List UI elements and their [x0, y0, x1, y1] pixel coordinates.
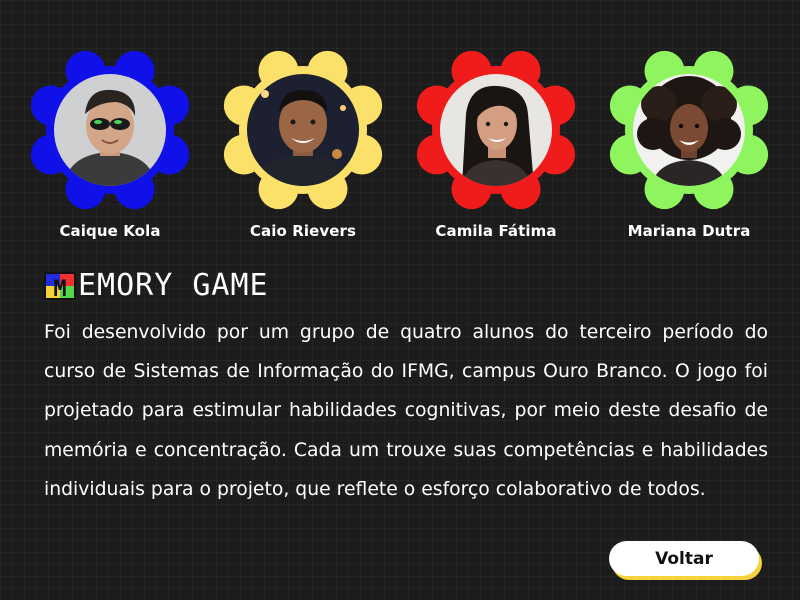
member-name: Caio Rievers: [249, 222, 357, 240]
team-members: Caique Kola Caio Rievers Camila Fátima M…: [0, 50, 800, 240]
back-button[interactable]: Voltar: [609, 541, 759, 576]
member-badge: [416, 50, 576, 210]
team-member-caique: Caique Kola: [25, 50, 195, 240]
team-member-mariana: Mariana Dutra: [604, 50, 774, 240]
member-name: Camila Fátima: [435, 222, 557, 240]
member-badge: [223, 50, 383, 210]
member-name: Caique Kola: [59, 222, 161, 240]
team-member-camila: Camila Fátima: [411, 50, 581, 240]
title-text: EMORY GAME: [78, 268, 269, 303]
avatar: [633, 74, 745, 186]
game-title: M EMORY GAME: [44, 270, 269, 302]
avatar: [247, 74, 359, 186]
person-photo-icon: [54, 74, 166, 186]
person-photo-icon: [633, 74, 745, 186]
team-member-caio: Caio Rievers: [218, 50, 388, 240]
avatar: [440, 74, 552, 186]
member-name: Mariana Dutra: [627, 222, 751, 240]
member-badge: [609, 50, 769, 210]
avatar: [54, 74, 166, 186]
member-badge: [30, 50, 190, 210]
svg-text:M: M: [53, 277, 66, 302]
memory-game-logo-icon: M: [44, 272, 76, 302]
person-photo-icon: [440, 74, 552, 186]
about-description: Foi desenvolvido por um grupo de quatro …: [44, 322, 768, 500]
person-photo-icon: [247, 74, 359, 186]
